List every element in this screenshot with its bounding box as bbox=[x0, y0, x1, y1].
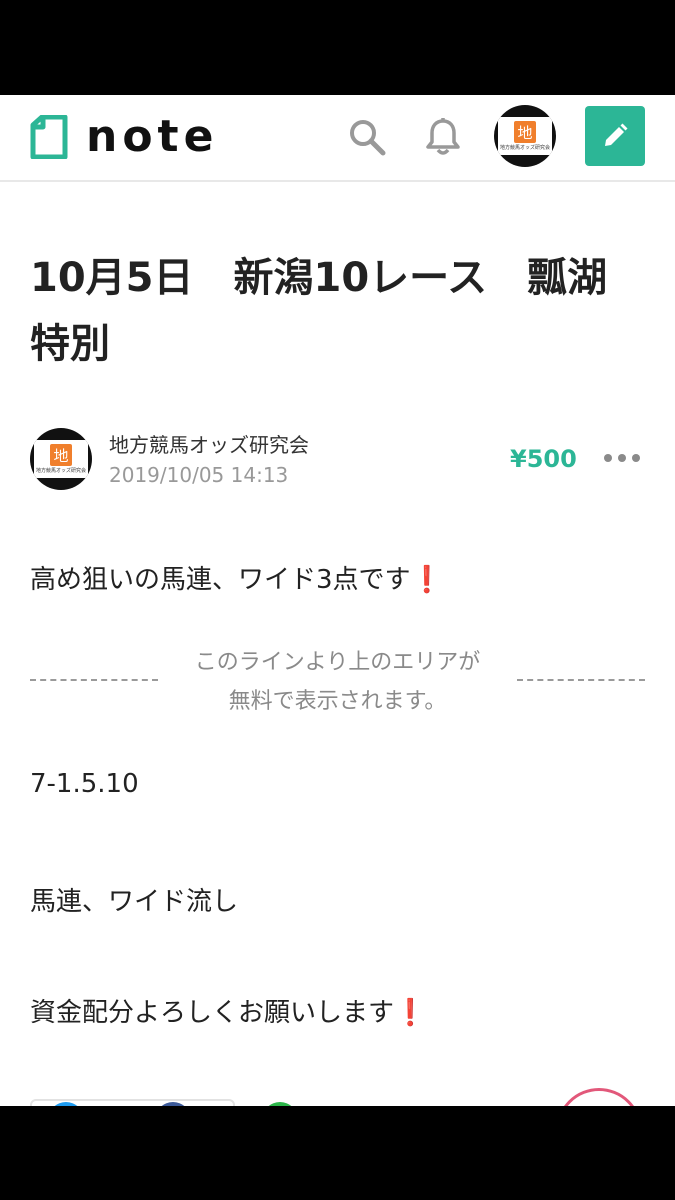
note-page: note 地 地方競馬オッズ研究会 10月5日 新潟10レース 瓢湖特別 地 地… bbox=[0, 95, 675, 1106]
pencil-icon bbox=[605, 123, 628, 146]
note-logo[interactable]: note bbox=[30, 113, 218, 161]
author-avatar-caption: 地方競馬オッズ研究会 bbox=[35, 468, 86, 474]
paywall-divider-right bbox=[517, 679, 645, 681]
body-line-4-text: 資金配分よろしくお願いします bbox=[30, 998, 395, 1028]
body-line-1-text: 高め狙いの馬連、ワイド3点です bbox=[30, 565, 411, 595]
body-line-4: 資金配分よろしくお願いします❗ bbox=[30, 992, 426, 1029]
author-avatar[interactable]: 地 地方競馬オッズ研究会 bbox=[30, 428, 92, 490]
bell-icon[interactable] bbox=[423, 117, 463, 157]
author-name[interactable]: 地方競馬オッズ研究会 bbox=[109, 429, 309, 458]
avatar-caption: 地方競馬オッズ研究会 bbox=[499, 145, 550, 151]
paywall-notice-line-2: 無料で表示されます。 bbox=[228, 689, 447, 714]
like-button[interactable] bbox=[556, 1088, 642, 1106]
body-line-1: 高め狙いの馬連、ワイド3点です❗ bbox=[30, 559, 443, 596]
article-title: 10月5日 新潟10レース 瓢湖特別 bbox=[30, 255, 608, 367]
post-date: 2019/10/05 14:13 bbox=[109, 463, 289, 487]
avatar-glyph: 地 bbox=[514, 121, 536, 143]
avatar-image: 地 地方競馬オッズ研究会 bbox=[498, 117, 552, 155]
paywall-notice: このラインより上のエリアが 無料で表示されます。 bbox=[160, 643, 515, 721]
exclamation-icon: ❗ bbox=[394, 998, 427, 1028]
user-avatar[interactable]: 地 地方競馬オッズ研究会 bbox=[494, 105, 556, 167]
body-line-2: 7-1.5.10 bbox=[30, 769, 139, 799]
paywall-notice-line-1: このラインより上のエリアが bbox=[194, 650, 481, 675]
search-icon[interactable] bbox=[347, 117, 387, 157]
exclamation-icon: ❗ bbox=[410, 565, 443, 595]
share-button-3[interactable] bbox=[262, 1102, 298, 1106]
logo-text: note bbox=[86, 111, 219, 162]
more-options-icon[interactable] bbox=[604, 445, 640, 471]
note-logo-icon bbox=[30, 115, 68, 159]
author-avatar-glyph: 地 bbox=[50, 444, 72, 466]
price-label: ¥500 bbox=[510, 445, 577, 473]
write-post-button[interactable] bbox=[585, 106, 645, 166]
paywall-divider-left bbox=[30, 679, 158, 681]
author-avatar-image: 地 地方競馬オッズ研究会 bbox=[34, 440, 88, 478]
body-line-3: 馬連、ワイド流し bbox=[30, 887, 239, 917]
app-header: note 地 地方競馬オッズ研究会 bbox=[0, 95, 675, 182]
